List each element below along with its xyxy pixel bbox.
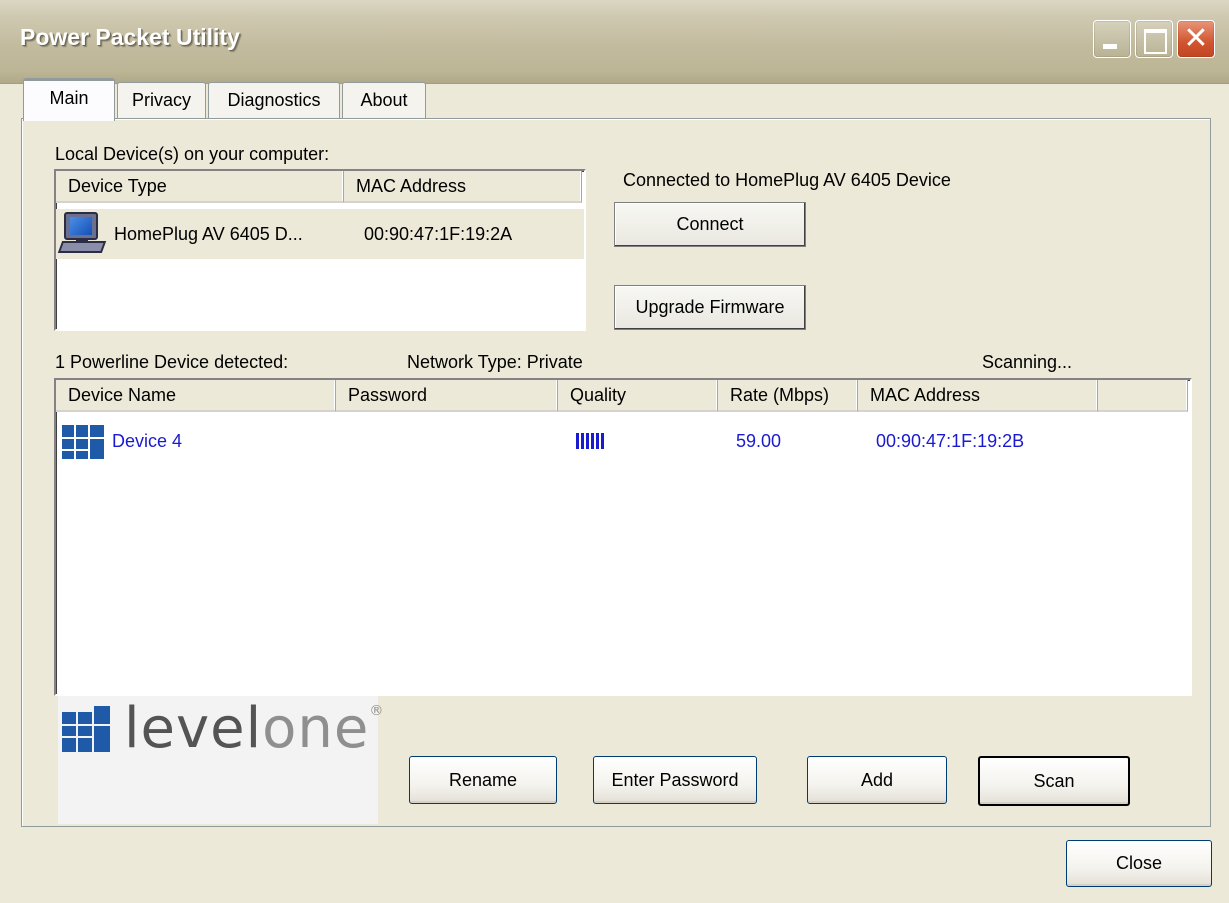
- powerline-devices-list[interactable]: Device Name Password Quality Rate (Mbps)…: [54, 378, 1192, 696]
- close-button[interactable]: Close: [1066, 840, 1212, 887]
- tab-privacy[interactable]: Privacy: [117, 82, 206, 119]
- column-header-device-type[interactable]: Device Type: [56, 171, 344, 203]
- powerline-detected-label: 1 Powerline Device detected:: [55, 352, 289, 372]
- local-device-type: HomePlug AV 6405 D...: [114, 223, 303, 244]
- levelone-logo: levelone®: [58, 696, 383, 824]
- device-rate: 59.00: [736, 430, 782, 451]
- connected-status-text: Connected to HomePlug AV 6405 Device: [623, 170, 951, 190]
- column-header-device-name[interactable]: Device Name: [56, 380, 336, 412]
- local-device-mac: 00:90:47:1F:19:2A: [364, 223, 513, 244]
- local-devices-header: Device Type MAC Address: [56, 171, 582, 203]
- quality-indicator: [564, 433, 724, 449]
- tab-about[interactable]: About: [342, 82, 426, 119]
- quality-bars-icon: [576, 433, 724, 449]
- column-header-password[interactable]: Password: [336, 380, 558, 412]
- minimize-button[interactable]: [1093, 20, 1131, 58]
- rename-button[interactable]: Rename: [409, 756, 557, 804]
- scan-button[interactable]: Scan: [978, 756, 1130, 806]
- levelone-wordmark: levelone®: [124, 696, 385, 761]
- device-name: Device 4: [112, 430, 183, 451]
- main-tab-panel: Local Device(s) on your computer: Device…: [21, 118, 1211, 827]
- levelone-device-icon: [62, 421, 106, 461]
- local-devices-label: Local Device(s) on your computer:: [55, 144, 330, 164]
- column-header-quality[interactable]: Quality: [558, 380, 718, 412]
- levelone-logo-icon: [62, 706, 118, 752]
- quality-bar: [576, 433, 579, 449]
- powerline-devices-header: Device Name Password Quality Rate (Mbps)…: [56, 380, 1188, 412]
- enter-password-button[interactable]: Enter Password: [593, 756, 757, 804]
- quality-bar: [591, 433, 594, 449]
- tab-main[interactable]: Main: [23, 78, 115, 121]
- quality-bar: [581, 433, 584, 449]
- column-header-mac-address[interactable]: MAC Address: [858, 380, 1098, 412]
- table-row[interactable]: Device 4 59.00 00:90:47:1F:19:2B: [56, 416, 1190, 466]
- add-button[interactable]: Add: [807, 756, 947, 804]
- upgrade-firmware-button[interactable]: Upgrade Firmware: [614, 285, 806, 330]
- quality-bar: [586, 433, 589, 449]
- maximize-button[interactable]: [1135, 20, 1173, 58]
- close-icon: ✕: [1183, 21, 1209, 56]
- column-header-mac-address[interactable]: MAC Address: [344, 171, 582, 203]
- quality-bar: [601, 433, 604, 449]
- quality-bar: [596, 433, 599, 449]
- local-devices-list[interactable]: Device Type MAC Address HomePlug AV 6405…: [54, 169, 586, 331]
- close-window-button[interactable]: ✕: [1177, 20, 1215, 58]
- title-bar[interactable]: Power Packet Utility ✕: [0, 0, 1229, 84]
- tab-diagnostics[interactable]: Diagnostics: [208, 82, 340, 119]
- scan-status-label: Scanning...: [982, 352, 1073, 372]
- list-item[interactable]: HomePlug AV 6405 D... 00:90:47:1F:19:2A: [56, 209, 584, 259]
- window-title: Power Packet Utility: [20, 24, 240, 50]
- device-mac: 00:90:47:1F:19:2B: [876, 430, 1025, 451]
- column-header-extra: [1098, 380, 1188, 412]
- computer-icon: [57, 209, 107, 259]
- network-type-label: Network Type: Private: [407, 352, 583, 372]
- column-header-rate[interactable]: Rate (Mbps): [718, 380, 858, 412]
- connect-button[interactable]: Connect: [614, 202, 806, 247]
